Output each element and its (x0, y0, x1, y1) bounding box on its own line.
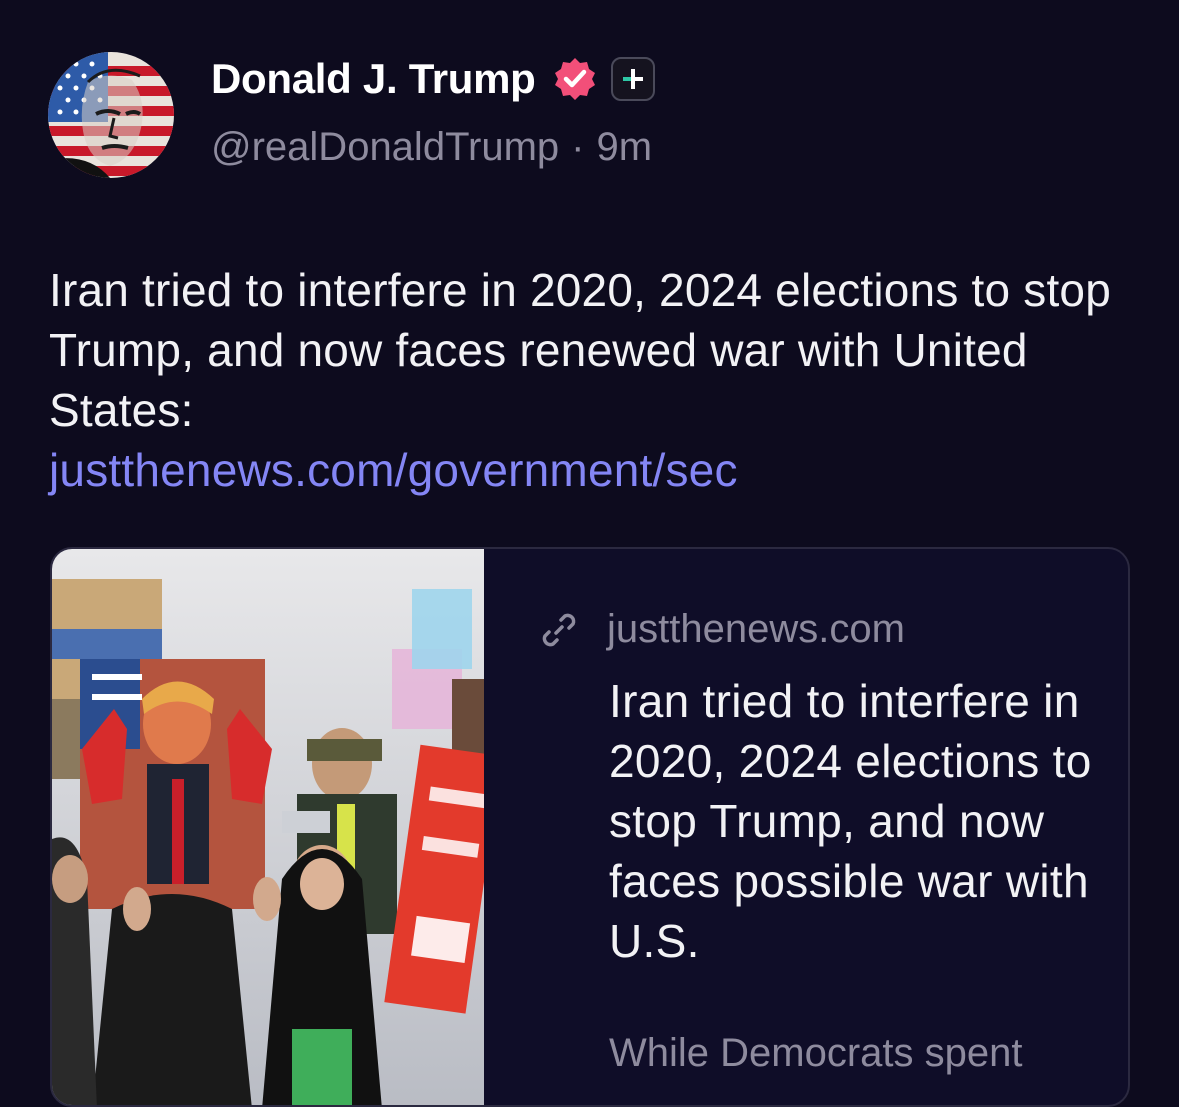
link-icon (542, 613, 576, 646)
author-name-row: Donald J. Trump (211, 52, 655, 106)
post-body: Iran tried to interfere in 2020, 2024 el… (49, 260, 1149, 500)
author-handle[interactable]: @realDonaldTrump (211, 125, 559, 170)
link-preview-card[interactable]: justthenews.com Iran tried to interfere … (50, 547, 1130, 1107)
post-link[interactable]: justthenews.com/government/sec (49, 440, 1149, 500)
card-domain-row: justthenews.com (537, 607, 905, 652)
meta-separator: · (571, 125, 585, 169)
post-timestamp[interactable]: 9m (596, 125, 652, 170)
card-snippet: While Democrats spent (609, 1031, 1023, 1075)
avatar-flag-portrait (48, 52, 174, 178)
author-display-name[interactable]: Donald J. Trump (211, 55, 536, 103)
card-thumbnail-image (52, 549, 484, 1105)
card-domain: justthenews.com (607, 607, 905, 651)
card-title[interactable]: Iran tried to interfere in 2020, 2024 el… (609, 671, 1119, 971)
plus-badge-icon (610, 57, 655, 101)
author-meta-row: @realDonaldTrump · 9m (211, 125, 652, 170)
post-text: Iran tried to interfere in 2020, 2024 el… (49, 264, 1111, 436)
author-avatar[interactable] (48, 52, 174, 178)
verified-badge-icon (554, 58, 595, 100)
